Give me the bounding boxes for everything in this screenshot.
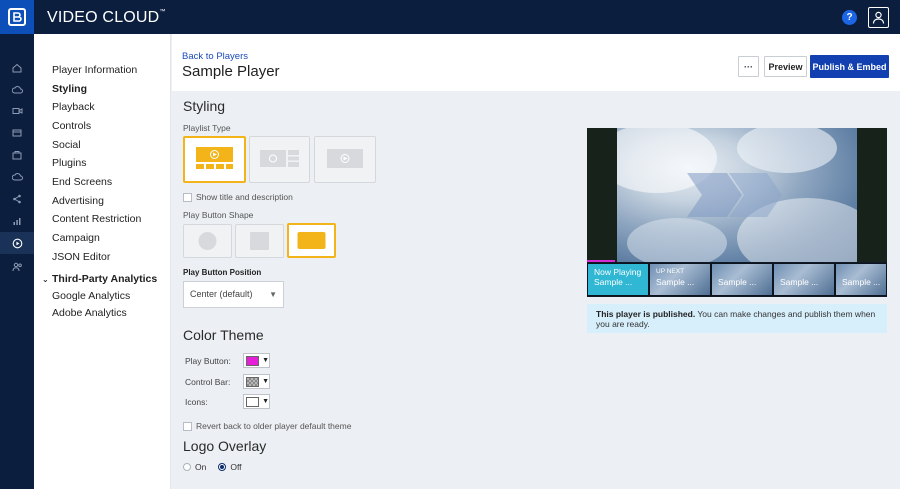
dropdown-caret-icon: ▼ (269, 290, 277, 299)
live-icon[interactable] (9, 125, 25, 141)
control-bar-color-label: Control Bar: (185, 377, 231, 387)
thumb-title: Sample ... (780, 277, 819, 287)
icons-color-label: Icons: (185, 397, 208, 407)
chevron-down-icon: ⌄ (42, 275, 49, 284)
thumb-status (718, 267, 766, 277)
thumb-status: Now Playing (594, 267, 642, 277)
playlist-thumb-up-next[interactable]: UP NEXT Sample ... (649, 263, 711, 296)
home-icon[interactable] (9, 60, 25, 76)
logo-overlay-radio-group: On Off (183, 462, 242, 472)
thumb-title: Sample ... (842, 277, 881, 287)
cloud-icon[interactable] (9, 169, 25, 185)
icons-color-picker[interactable]: ▼ (243, 394, 270, 409)
play-shape-circle[interactable] (183, 224, 232, 258)
social-share-icon[interactable] (9, 191, 25, 207)
nav-item-plugins[interactable]: Plugins (52, 157, 86, 169)
logo-overlay-off-radio[interactable] (218, 463, 227, 471)
published-notice-bold: This player is published. (596, 309, 696, 319)
styling-heading: Styling (183, 98, 226, 114)
page-title: Sample Player (182, 63, 280, 80)
players-icon[interactable] (0, 232, 34, 254)
nav-item-content-restriction[interactable]: Content Restriction (52, 213, 141, 225)
playlist-thumb-now-playing[interactable]: Now Playing Sample ... (587, 263, 649, 296)
playlist-type-none[interactable] (314, 136, 376, 183)
logo-overlay-on-label[interactable]: On (195, 462, 206, 472)
playlist-type-horizontal[interactable] (183, 136, 246, 183)
nav-item-end-screens[interactable]: End Screens (52, 176, 112, 188)
playlist-thumb[interactable]: Sample ... (773, 263, 835, 296)
published-notice: This player is published. You can make c… (587, 304, 887, 333)
thumb-status: UP NEXT (656, 268, 685, 275)
icons-color-swatch (246, 396, 260, 407)
clouds-logo-overlay-icon (597, 128, 877, 262)
user-icon[interactable] (868, 7, 889, 28)
gallery-icon[interactable] (9, 147, 25, 163)
color-theme-heading: Color Theme (183, 327, 264, 343)
brand-title: VIDEO CLOUD™ (47, 9, 166, 26)
show-title-checkbox[interactable] (183, 192, 192, 202)
nav-item-google-analytics[interactable]: Google Analytics (52, 290, 130, 302)
show-title-label: Show title and description (196, 192, 293, 202)
logo-overlay-off-label[interactable]: Off (230, 462, 241, 472)
nav-item-player-information[interactable]: Player Information (52, 64, 137, 76)
playlist-thumb[interactable]: Sample ... (711, 263, 773, 296)
nav-item-campaign[interactable]: Campaign (52, 232, 100, 244)
nav-item-playback[interactable]: Playback (52, 101, 95, 113)
play-shape-square[interactable] (235, 224, 284, 258)
module-rail (0, 34, 34, 489)
revert-theme-checkbox-row[interactable]: Revert back to older player default them… (183, 421, 351, 431)
playlist-thumb[interactable]: Sample ... (835, 263, 887, 296)
thumb-title: Sample ... (656, 277, 695, 287)
main-content: Styling Playlist Type Show title and des… (172, 91, 900, 489)
nav-item-adobe-analytics[interactable]: Adobe Analytics (52, 307, 127, 319)
thumb-title: Sample ... (718, 277, 757, 287)
play-button-color-swatch (246, 355, 260, 366)
logo-overlay-heading: Logo Overlay (183, 438, 267, 454)
color-caret-icon: ▼ (262, 398, 269, 405)
color-caret-icon: ▼ (262, 357, 269, 364)
revert-theme-checkbox[interactable] (183, 421, 192, 431)
play-button-position-label: Play Button Position (183, 268, 262, 277)
users-icon[interactable] (9, 259, 25, 275)
thumb-status (842, 267, 880, 277)
revert-theme-label: Revert back to older player default them… (196, 421, 352, 431)
playlist-type-vertical[interactable] (249, 136, 310, 183)
control-bar-color-picker[interactable]: ▼ (243, 374, 270, 389)
play-button-color-picker[interactable]: ▼ (243, 353, 270, 368)
logo-overlay-on-radio[interactable] (183, 463, 191, 471)
play-shape-rectangle[interactable] (287, 223, 336, 258)
show-title-checkbox-row[interactable]: Show title and description (183, 192, 293, 202)
publish-embed-button[interactable]: Publish & Embed (810, 55, 889, 78)
control-bar-color-swatch (246, 376, 260, 387)
play-button-position-value: Center (default) (190, 289, 253, 299)
play-button-color-label: Play Button: (185, 356, 231, 366)
brightcove-logo-icon[interactable] (0, 0, 34, 34)
nav-item-controls[interactable]: Controls (52, 120, 91, 132)
player-settings-nav: Player Information Styling Playback Cont… (34, 34, 171, 489)
preview-button[interactable]: Preview (764, 56, 807, 77)
player-preview[interactable] (587, 128, 887, 262)
more-actions-button[interactable]: ··· (738, 56, 759, 77)
nav-item-styling[interactable]: Styling (52, 83, 87, 95)
page-header: Back to Players Sample Player ··· Previe… (172, 34, 900, 91)
playlist-type-label: Playlist Type (183, 123, 231, 133)
top-bar: VIDEO CLOUD™ ? (0, 0, 900, 34)
analytics-icon[interactable] (9, 213, 25, 229)
nav-group-label: Third-Party Analytics (52, 273, 158, 285)
back-to-players-link[interactable]: Back to Players (182, 51, 248, 62)
thumb-title: Sample ... (594, 277, 633, 287)
play-button-position-select[interactable]: Center (default) ▼ (183, 281, 284, 308)
playlist-thumbnails: Now Playing Sample ... UP NEXT Sample ..… (587, 262, 887, 297)
nav-item-json-editor[interactable]: JSON Editor (52, 251, 110, 263)
color-caret-icon: ▼ (262, 378, 269, 385)
help-icon[interactable]: ? (842, 10, 857, 25)
nav-item-social[interactable]: Social (52, 139, 81, 151)
play-button-shape-label: Play Button Shape (183, 210, 254, 220)
upload-icon[interactable] (9, 82, 25, 98)
thumb-status (780, 267, 828, 277)
nav-group-third-party-analytics[interactable]: ⌄ Third-Party Analytics (42, 273, 157, 285)
nav-item-advertising[interactable]: Advertising (52, 195, 104, 207)
media-icon[interactable] (9, 103, 25, 119)
video-frame (597, 128, 877, 262)
